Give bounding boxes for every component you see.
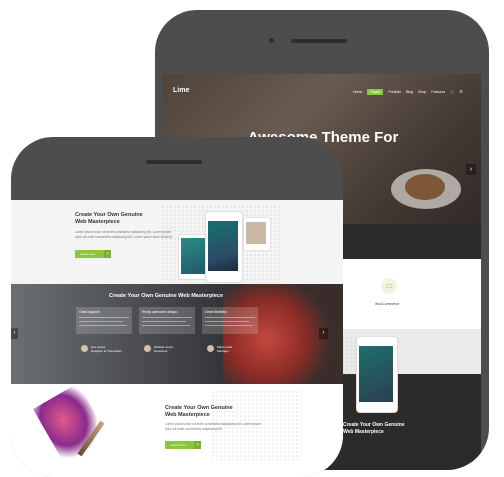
folder-icon: ▭ [381, 278, 397, 294]
testimonial-title: Great flexibility [205, 310, 227, 314]
testimonial-title: Great support! [79, 310, 101, 314]
feature-label-woocommerce: WooCommerce [375, 302, 400, 306]
speaker-grille [146, 160, 202, 164]
front-phone-mockup: Create Your Own Genuine Web Masterpiece … [11, 137, 343, 477]
nav-item-pages[interactable]: Pages [367, 89, 384, 95]
nav-item-features[interactable]: Features [431, 90, 445, 94]
cart-icon[interactable]: 🛒 [450, 90, 454, 94]
author-info: Ann Jones Designer at ThemeRex [91, 345, 122, 353]
intro-title-line1: Create Your Own Genuine [75, 212, 143, 218]
link-icon[interactable]: ↗ [104, 250, 111, 258]
back-cta-line2: Web Masterpiece [343, 429, 384, 435]
portrait-image [223, 284, 333, 384]
testimonial-card: Really awesome design. [139, 307, 195, 334]
brush-section-title: Create Your Own Genuine Web Masterpiece [165, 405, 255, 419]
device-screen [359, 346, 393, 402]
front-phone-screen: Create Your Own Genuine Web Masterpiece … [11, 200, 343, 477]
avatar [144, 345, 151, 352]
hero-next-arrow[interactable]: › [466, 164, 476, 175]
author-info: Melissa Jones Developer [154, 345, 173, 353]
testimonials-title: Create Your Own Genuine Web Masterpiece [109, 293, 224, 299]
brush-title-line2: Web Masterpiece [165, 412, 210, 418]
author-info: Mark Lewis Manager [217, 345, 232, 353]
intro-title: Create Your Own Genuine Web Masterpiece [75, 212, 165, 226]
brush-section-text: Lorem ipsum dolor sit amet consectetur a… [165, 422, 262, 431]
nav-item-shop[interactable]: Shop [418, 90, 426, 94]
intro-title-line2: Web Masterpiece [75, 219, 120, 225]
back-cta-line1: Create Your Own Genuine [343, 422, 405, 428]
avatar [81, 345, 88, 352]
speaker-grille [291, 39, 347, 43]
avatar [207, 345, 214, 352]
nav-item-blog[interactable]: Blog [406, 90, 413, 94]
author-role: Developer [154, 349, 168, 353]
nav-item-portfolio[interactable]: Portfolio [388, 90, 401, 94]
phone-screen [208, 221, 238, 271]
author-role: Designer at ThemeRex [91, 349, 122, 353]
site-logo[interactable]: Lime [173, 87, 189, 94]
chevron-right-icon[interactable]: › [319, 328, 328, 339]
chevron-left-icon[interactable]: ‹ [11, 328, 18, 339]
back-cta-title: Create Your Own Genuine Web Masterpiece [343, 422, 405, 436]
camera-dot [269, 38, 274, 43]
menu-icon[interactable]: ☰ [460, 90, 463, 94]
testimonial-card: Great support! [76, 307, 132, 334]
intro-text: Lorem ipsum dolor sit amet consectetur a… [75, 230, 173, 239]
testimonial-card: Great flexibility [202, 307, 258, 334]
author-role: Manager [217, 349, 229, 353]
nav-item-home[interactable]: Home [353, 90, 362, 94]
testimonial-title: Really awesome design. [142, 310, 178, 314]
card-image [246, 222, 266, 244]
main-nav: Home Pages Portfolio Blog Shop Features … [353, 87, 463, 97]
link-icon[interactable]: ↗ [194, 441, 201, 449]
brush-title-line1: Create Your Own Genuine [165, 405, 233, 411]
